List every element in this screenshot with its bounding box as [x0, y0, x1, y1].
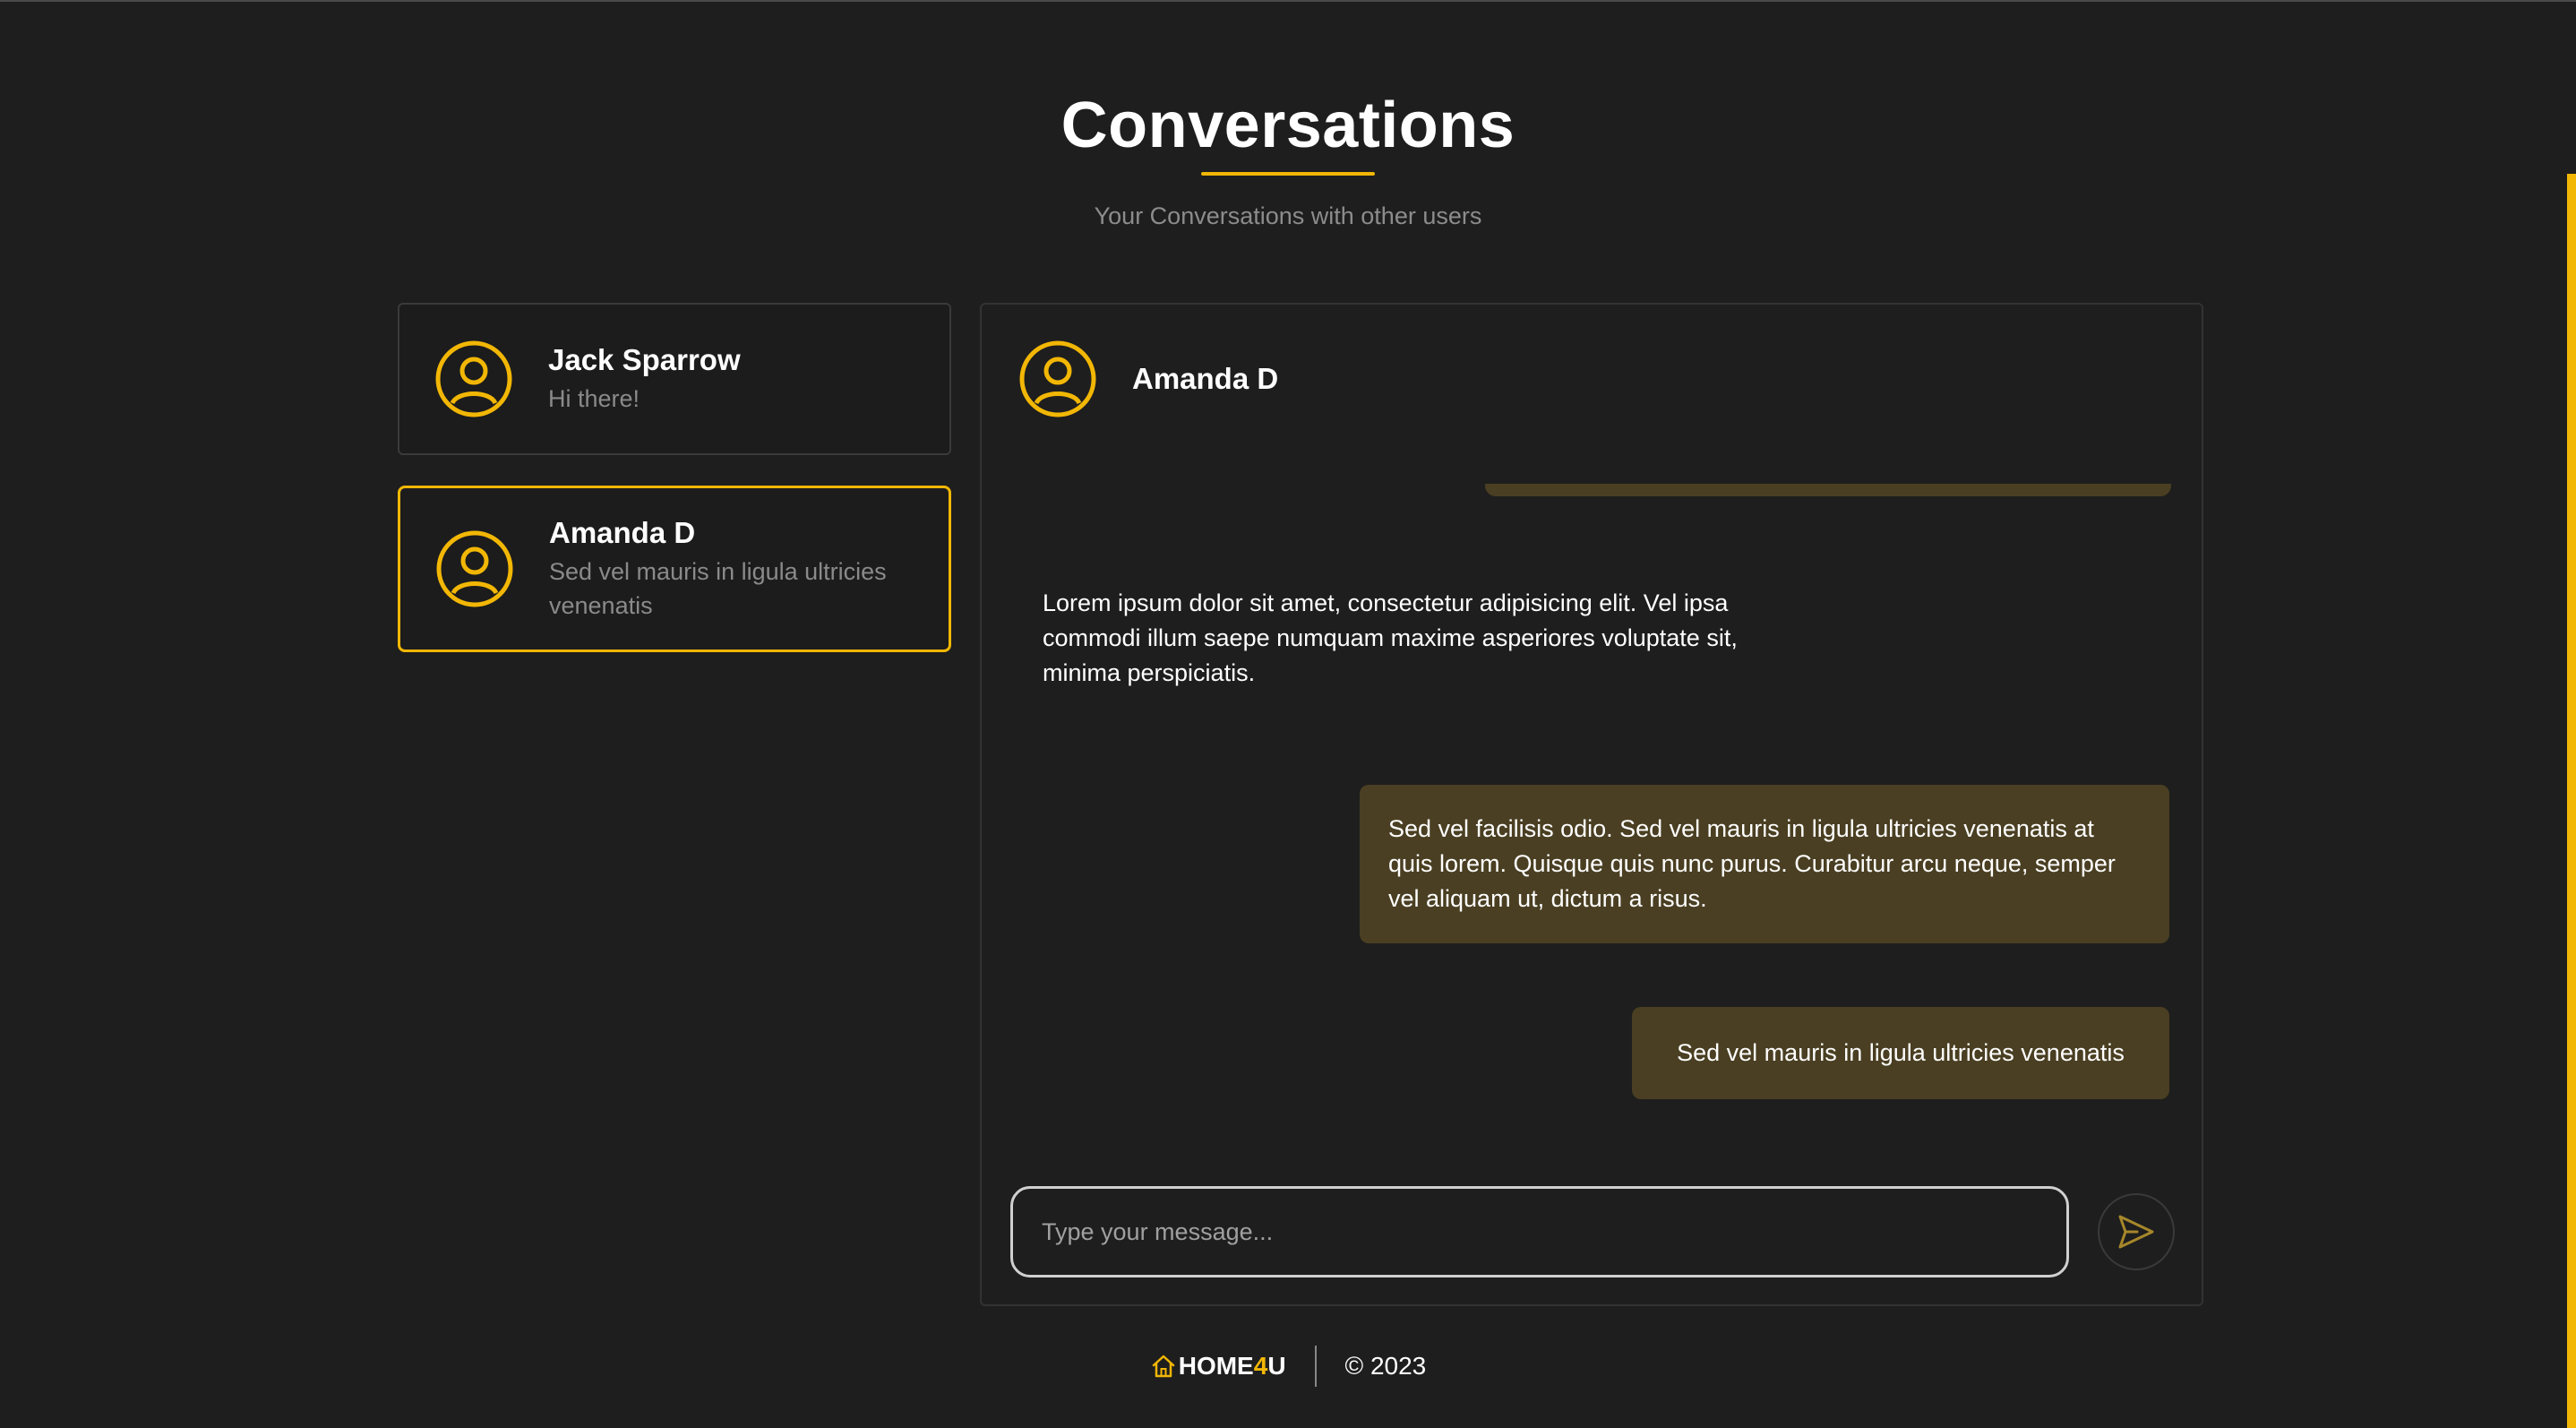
- conversation-item-jack-sparrow[interactable]: Jack Sparrow Hi there!: [398, 303, 951, 455]
- logo-text-home: HOME: [1178, 1352, 1254, 1380]
- message-input[interactable]: [1010, 1186, 2069, 1277]
- logo-text-u: U: [1267, 1352, 1286, 1380]
- home-icon: [1152, 1355, 1174, 1378]
- conversation-name: Jack Sparrow: [548, 343, 741, 376]
- chat-panel: Amanda D Lorem ipsum dolor sit amet, con…: [980, 303, 2203, 1306]
- send-icon: [2118, 1215, 2154, 1249]
- scrollbar-thumb[interactable]: [2567, 174, 2576, 1428]
- send-button[interactable]: [2098, 1193, 2175, 1270]
- chat-contact-name: Amanda D: [1132, 362, 1279, 395]
- message-composer: [1010, 1186, 2175, 1277]
- message-sent: Sed vel facilisis odio. Sed vel mauris i…: [1360, 785, 2169, 943]
- page-subtitle: Your Conversations with other users: [1094, 202, 1482, 229]
- footer-logo[interactable]: HOME 4 U: [1150, 1352, 1286, 1381]
- user-avatar-icon: [436, 530, 513, 607]
- window-top-border: [0, 0, 2576, 2]
- conversation-list: Jack Sparrow Hi there! Amanda D Sed vel …: [398, 303, 951, 683]
- user-avatar-icon: [435, 340, 512, 417]
- user-avatar-icon: [1019, 340, 1096, 417]
- footer-copyright: © 2023: [1344, 1352, 1427, 1380]
- logo-text-accent: 4: [1253, 1352, 1268, 1380]
- message-sent: Sed vel mauris in ligula ultricies venen…: [1632, 1007, 2169, 1099]
- conversation-name: Amanda D: [549, 516, 696, 549]
- title-underline: [1201, 172, 1375, 176]
- footer-divider: [1314, 1346, 1317, 1387]
- message-received: Lorem ipsum dolor sit amet, consectetur …: [1043, 589, 1738, 686]
- conversation-preview: Sed vel mauris in ligula ultricies venen…: [549, 558, 887, 619]
- message-bubble-partial: [1485, 484, 2171, 496]
- footer: HOME 4 U © 2023: [0, 1346, 2576, 1387]
- page-title: Conversations: [1060, 90, 1516, 161]
- chat-header: Amanda D: [1019, 340, 1278, 417]
- conversation-item-amanda-d[interactable]: Amanda D Sed vel mauris in ligula ultric…: [398, 486, 951, 652]
- conversation-preview: Hi there!: [548, 385, 640, 412]
- page-header: Conversations Your Conversations with ot…: [0, 82, 2576, 230]
